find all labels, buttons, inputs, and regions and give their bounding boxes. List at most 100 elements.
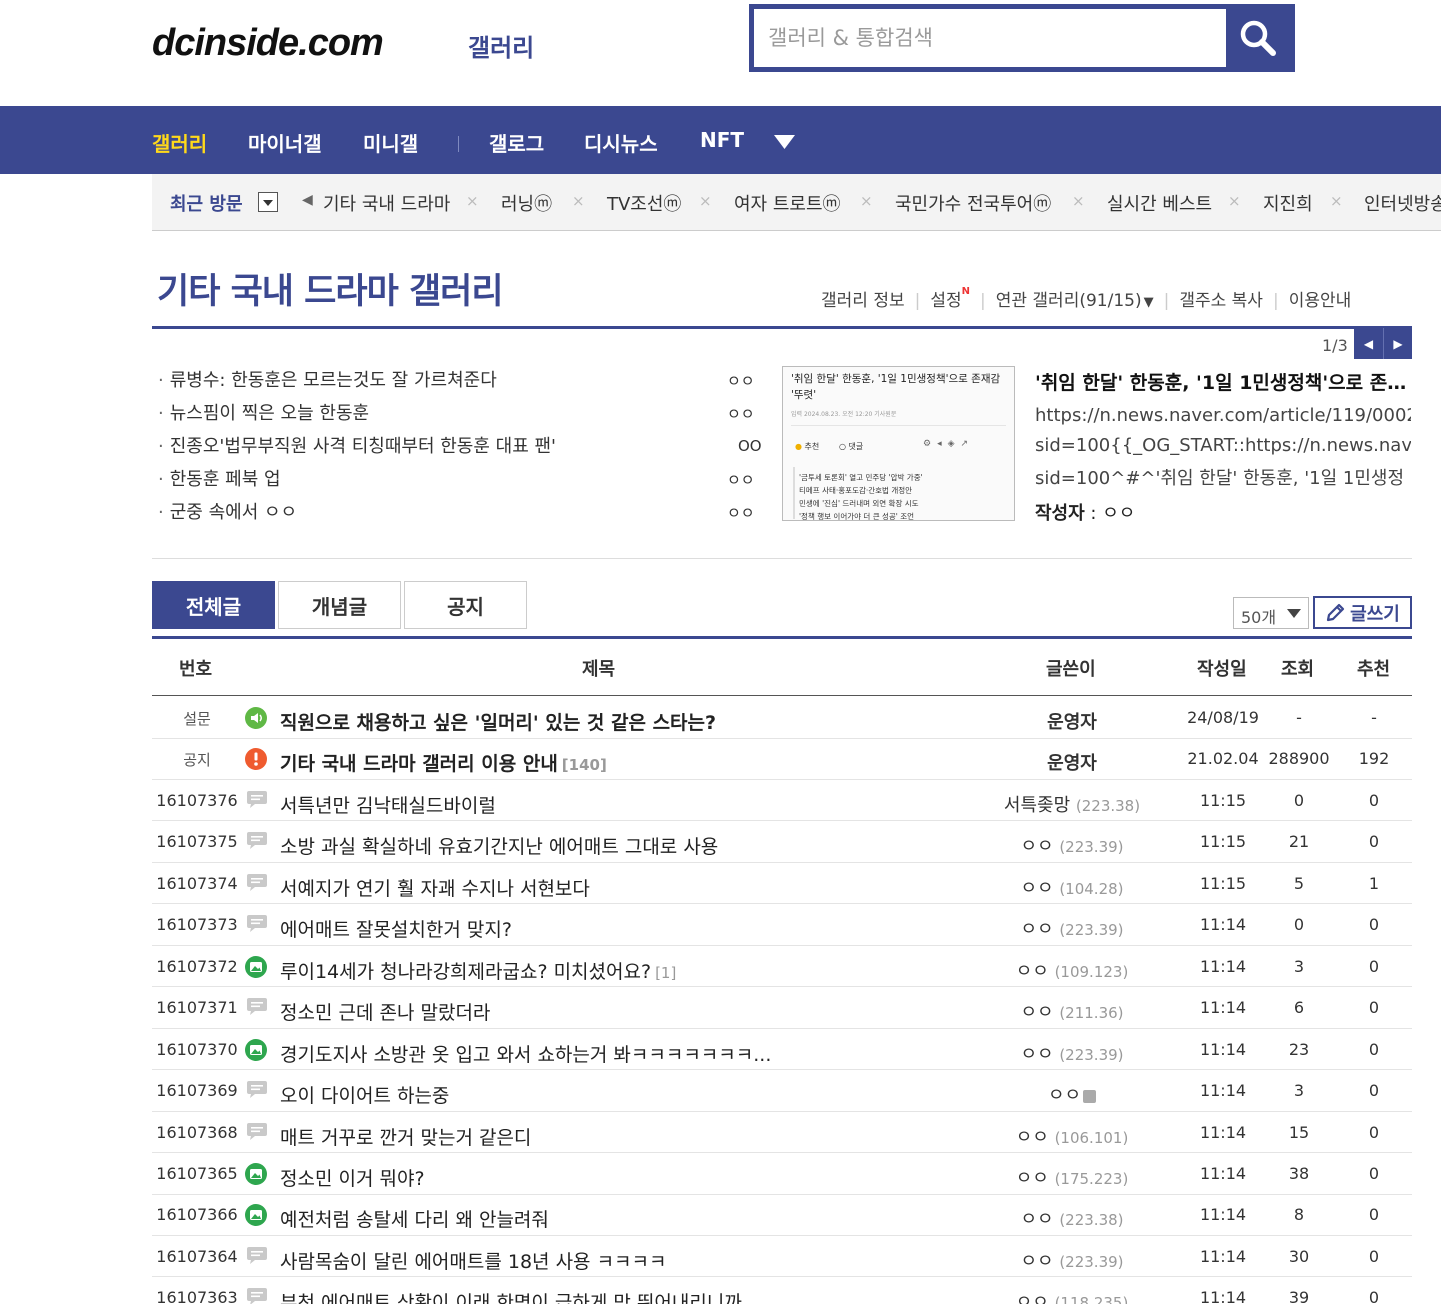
table-row[interactable]: 16107373 에어매트 잘못설치한거 맞지? ㅇㅇ (223.39) 11:14 0… xyxy=(152,904,1412,946)
post-title[interactable]: 루이14세가 청나라강희제라굽쇼? 미치셨어요? [1] xyxy=(280,957,1000,984)
table-row[interactable]: 16107376 서특년만 김낙태실드바이럴 서특좆망 (223.38) 11:15 0… xyxy=(152,780,1412,822)
search-button[interactable] xyxy=(1226,9,1290,67)
nav-dcnews[interactable]: 디시뉴스 xyxy=(584,128,658,157)
issue-item[interactable]: · 뉴스핌이 찍은 오늘 한동훈 xyxy=(158,399,758,425)
gallery-settings-link[interactable]: 설정 xyxy=(930,291,961,311)
recent-remove-icon[interactable]: × xyxy=(860,192,873,210)
recent-remove-icon[interactable]: × xyxy=(699,192,712,210)
nav-gallery[interactable]: 갤러리 xyxy=(152,128,207,157)
post-writer[interactable]: ㅇㅇ (104.28) xyxy=(972,874,1172,900)
post-writer[interactable]: 운영자 xyxy=(972,708,1172,734)
write-button[interactable]: 글쓰기 xyxy=(1313,596,1412,629)
writer-ip: (211.36) xyxy=(1059,1004,1124,1023)
post-title[interactable]: 예전처럼 송탈세 다리 왜 안늘려줘 xyxy=(280,1205,1000,1232)
gallery-info-link[interactable]: 갤러리 정보 xyxy=(821,291,905,311)
nav-nft[interactable]: NFT xyxy=(700,128,744,152)
caret-down-icon[interactable]: ▼ xyxy=(1144,295,1154,310)
tab-recommended-posts[interactable]: 개념글 xyxy=(278,581,401,629)
table-row[interactable]: 16107363 부천 에어매트 상황이 이래 한명이 급하게 막 뛰어내리니까 ㅇ… xyxy=(152,1277,1412,1304)
issue-item[interactable]: · 한동훈 페북 업 xyxy=(158,465,758,491)
post-writer[interactable]: ㅇㅇ (223.38) xyxy=(972,1205,1172,1231)
featured-next-button[interactable]: ▶ xyxy=(1383,328,1412,359)
post-writer[interactable]: ㅇㅇ (223.39) xyxy=(972,832,1172,858)
post-writer[interactable]: ㅇㅇ xyxy=(972,1081,1172,1107)
post-title[interactable]: 소방 과실 확실하네 유효기간지난 에어매트 그대로 사용 xyxy=(280,832,1000,859)
post-title[interactable]: 직원으로 채용하고 싶은 '일머리' 있는 것 같은 스타는? xyxy=(280,708,1000,735)
recent-remove-icon[interactable]: × xyxy=(1330,192,1343,210)
recent-item[interactable]: TV조선ⓜ xyxy=(607,190,681,216)
table-row[interactable]: 16107371 정소민 근데 존나 말랐더라 ㅇㅇ (211.36) 11:14 6 0 xyxy=(152,987,1412,1029)
recent-item[interactable]: 러닝ⓜ xyxy=(501,190,552,216)
post-title[interactable]: 경기도지사 소방관 옷 입고 와서 쇼하는거 봐ㅋㅋㅋㅋㅋㅋㅋ... xyxy=(280,1040,1000,1067)
reply-count[interactable]: [1] xyxy=(655,964,676,982)
nav-mini-gallery[interactable]: 미니갤 xyxy=(363,128,418,157)
reply-count[interactable]: [140] xyxy=(562,756,607,774)
post-writer[interactable]: ㅇㅇ (118.235) xyxy=(972,1288,1172,1304)
thumb-toolbar-icons: ⚙◂◈↗ xyxy=(923,439,975,449)
gallery-title[interactable]: 기타 국내 드라마 갤러리 xyxy=(157,263,504,314)
tab-notice[interactable]: 공지 xyxy=(404,581,527,629)
post-writer[interactable]: ㅇㅇ (175.223) xyxy=(972,1164,1172,1190)
post-writer[interactable]: ㅇㅇ (106.101) xyxy=(972,1123,1172,1149)
table-row[interactable]: 16107366 예전처럼 송탈세 다리 왜 안늘려줘 ㅇㅇ (223.38) 11:… xyxy=(152,1194,1412,1236)
post-writer[interactable]: ㅇㅇ (223.39) xyxy=(972,915,1172,941)
nav-gallog[interactable]: 갤로그 xyxy=(489,128,544,157)
post-title[interactable]: 기타 국내 드라마 갤러리 이용 안내 [140] xyxy=(280,749,1000,776)
post-title[interactable]: 서특년만 김낙태실드바이럴 xyxy=(280,791,1000,818)
post-writer[interactable]: ㅇㅇ (223.39) xyxy=(972,1247,1172,1273)
recent-item[interactable]: 여자 트로트ⓜ xyxy=(734,190,841,216)
table-row[interactable]: 16107368 매트 거꾸로 깐거 맞는거 같은디 ㅇㅇ (106.101) 11:… xyxy=(152,1112,1412,1154)
tab-all-posts[interactable]: 전체글 xyxy=(152,581,275,629)
recent-prev-icon[interactable]: ◀ xyxy=(302,192,313,208)
issue-item[interactable]: · 군중 속에서 ㅇㅇ xyxy=(158,498,758,524)
post-recommend: 0 xyxy=(1368,1122,1380,1142)
table-row[interactable]: 16107372 루이14세가 청나라강희제라굽쇼? 미치셨어요? [1] ㅇㅇ (1… xyxy=(152,946,1412,988)
nav-minor-gallery[interactable]: 마이너갤 xyxy=(248,128,322,157)
post-title[interactable]: 정소민 이거 뭐야? xyxy=(280,1164,1000,1191)
post-title[interactable]: 서예지가 연기 훨 자괘 수지나 서현보다 xyxy=(280,874,1000,901)
post-title[interactable]: 정소민 근데 존나 말랐더라 xyxy=(280,998,1000,1025)
post-title[interactable]: 사람목숨이 달린 에어매트를 18년 사용 ㅋㅋㅋㅋ xyxy=(280,1247,1000,1274)
post-writer[interactable]: ㅇㅇ (211.36) xyxy=(972,998,1172,1024)
table-row[interactable]: 공지 기타 국내 드라마 갤러리 이용 안내 [140] 운영자 21.02.04 288… xyxy=(152,738,1412,781)
nav-more-icon[interactable] xyxy=(774,134,795,153)
post-title[interactable]: 에어매트 잘못설치한거 맞지? xyxy=(280,915,1000,942)
post-title[interactable]: 매트 거꾸로 깐거 맞는거 같은디 xyxy=(280,1123,1000,1150)
recent-remove-icon[interactable]: × xyxy=(1072,192,1085,210)
copy-gallery-url-link[interactable]: 갤주소 복사 xyxy=(1179,291,1263,311)
search-input[interactable] xyxy=(754,9,1226,67)
featured-prev-button[interactable]: ◀ xyxy=(1354,328,1383,359)
recent-item[interactable]: 실시간 베스트 xyxy=(1107,190,1212,216)
post-title[interactable]: 부천 에어매트 상황이 이래 한명이 급하게 막 뛰어내리니까 xyxy=(280,1288,1000,1304)
recent-dropdown-button[interactable] xyxy=(258,192,278,212)
recent-item[interactable]: 국민가수 전국투어ⓜ xyxy=(895,190,1051,216)
table-row[interactable]: 설문 직원으로 채용하고 싶은 '일머리' 있는 것 같은 스타는? 운영자 24/0… xyxy=(152,697,1412,739)
table-row[interactable]: 16107369 오이 다이어트 하는중 ㅇㅇ 11:14 3 0 xyxy=(152,1070,1412,1112)
posts-per-page-select[interactable]: 50개 xyxy=(1233,597,1309,629)
issue-item[interactable]: · 진종오'법무부직원 사격 티칭때부터 한동훈 대표 팬' xyxy=(158,432,758,458)
featured-thumbnail[interactable]: '취임 한달' 한동훈, '1일 1민생정책'으로 존재감 '뚜렷' 입력 20… xyxy=(782,366,1015,521)
table-row[interactable]: 16107365 정소민 이거 뭐야? ㅇㅇ (175.223) 11:14 38 0 xyxy=(152,1153,1412,1195)
post-writer[interactable]: ㅇㅇ (223.39) xyxy=(972,1040,1172,1066)
recent-item[interactable]: 인터넷방송 xyxy=(1364,190,1441,216)
post-writer[interactable]: 서특좆망 (223.38) xyxy=(972,791,1172,817)
usage-guide-link[interactable]: 이용안내 xyxy=(1289,291,1352,311)
recent-item[interactable]: 기타 국내 드라마 xyxy=(323,190,450,216)
post-title[interactable]: 오이 다이어트 하는중 xyxy=(280,1081,1000,1108)
recent-item[interactable]: 지진희 xyxy=(1263,190,1313,216)
recent-remove-icon[interactable]: × xyxy=(572,192,585,210)
featured-title[interactable]: '취임 한달' 한동훈, '1일 1민생정책'으로 존재감 '뚜렷' xyxy=(1035,368,1411,395)
related-gallery-link[interactable]: 연관 갤러리(91/15) xyxy=(996,291,1142,311)
table-row[interactable]: 16107364 사람목숨이 달린 에어매트를 18년 사용 ㅋㅋㅋㅋ ㅇㅇ (22… xyxy=(152,1236,1412,1278)
site-logo[interactable]: dcinside.com xyxy=(152,22,384,65)
post-date: 11:14 xyxy=(1199,998,1247,1018)
recent-remove-icon[interactable]: × xyxy=(1228,192,1241,210)
recent-remove-icon[interactable]: × xyxy=(466,192,479,210)
table-row[interactable]: 16107370 경기도지사 소방관 옷 입고 와서 쇼하는거 봐ㅋㅋㅋㅋㅋㅋㅋ.… xyxy=(152,1029,1412,1071)
post-writer[interactable]: ㅇㅇ (109.123) xyxy=(972,957,1172,983)
table-row[interactable]: 16107374 서예지가 연기 훨 자괘 수지나 서현보다 ㅇㅇ (104.28)… xyxy=(152,863,1412,905)
table-row[interactable]: 16107375 소방 과실 확실하네 유효기간지난 에어매트 그대로 사용 ㅇㅇ … xyxy=(152,821,1412,863)
logo-gallery-label[interactable]: 갤러리 xyxy=(468,28,534,63)
issue-item[interactable]: · 류병수: 한동훈은 모르는것도 잘 가르쳐준다 xyxy=(158,366,758,392)
post-writer[interactable]: 운영자 xyxy=(972,749,1172,775)
